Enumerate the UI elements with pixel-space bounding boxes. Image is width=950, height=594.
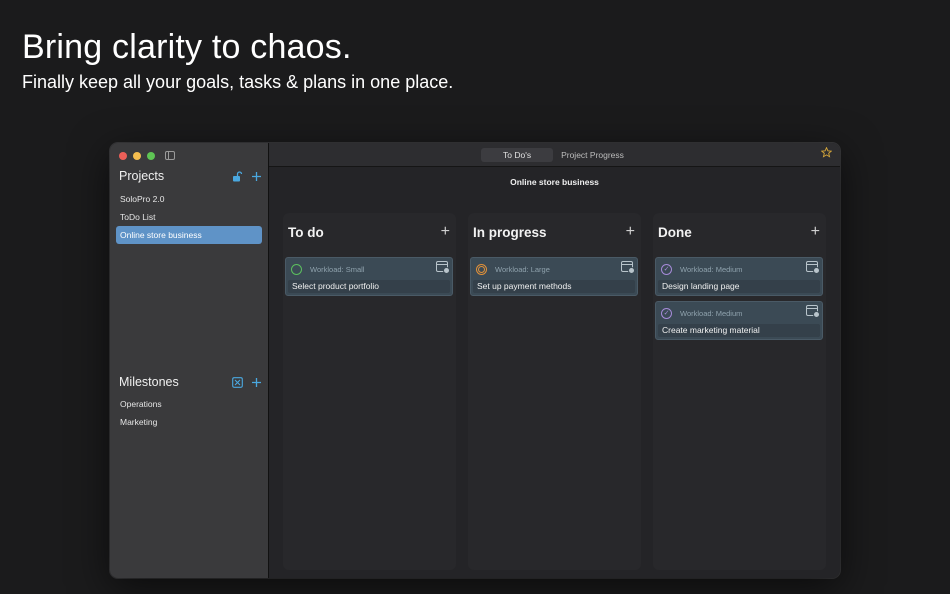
minimize-window-button[interactable] (133, 152, 141, 160)
task-card[interactable]: Workload: Large Set up payment methods (470, 257, 638, 296)
column-title: Done (658, 224, 692, 240)
tab-todos[interactable]: To Do's (481, 148, 554, 162)
workload-label: Workload: Large (495, 264, 550, 274)
checkbox-x-icon[interactable] (232, 376, 243, 388)
workload-label: Workload: Small (310, 264, 365, 274)
column-title: To do (288, 224, 324, 240)
card-title[interactable]: Create marketing material (658, 324, 820, 337)
star-icon[interactable] (820, 146, 833, 161)
task-card[interactable]: ✓ Workload: Medium Create marketing mate… (655, 301, 823, 340)
project-item-todo-list[interactable]: ToDo List (116, 208, 262, 226)
project-item-solopro[interactable]: SoloPro 2.0 (116, 190, 262, 208)
workload-label: Workload: Medium (680, 308, 743, 318)
add-project-button[interactable] (251, 171, 262, 182)
column-todo: To do + Workload: Small Select product p… (283, 213, 456, 570)
app-window: Projects SoloPro 2.0 ToDo List Online st… (110, 143, 840, 578)
toolbar: To Do's Project Progress (269, 143, 840, 167)
hero-subtitle: Finally keep all your goals, tasks & pla… (22, 72, 454, 92)
projects-title: Projects (119, 169, 165, 183)
milestone-item-operations[interactable]: Operations (116, 395, 262, 413)
sidebar: Projects SoloPro 2.0 ToDo List Online st… (110, 143, 269, 578)
column-in-progress: In progress + Workload: Large Set up pay… (468, 213, 641, 570)
task-card[interactable]: Workload: Small Select product portfolio (285, 257, 453, 296)
task-card[interactable]: ✓ Workload: Medium Design landing page (655, 257, 823, 296)
milestone-list: Operations Marketing (116, 395, 262, 431)
card-title[interactable]: Set up payment methods (473, 280, 635, 293)
status-check-icon[interactable]: ✓ (661, 263, 672, 275)
hero-title: Bring clarity to chaos. (22, 28, 352, 66)
card-title[interactable]: Design landing page (658, 280, 820, 293)
status-circle-icon[interactable] (291, 263, 302, 275)
window-controls (119, 152, 155, 160)
lock-icon[interactable] (232, 170, 243, 182)
tab-project-progress[interactable]: Project Progress (553, 148, 632, 162)
close-window-button[interactable] (119, 152, 127, 160)
milestone-item-marketing[interactable]: Marketing (116, 413, 262, 431)
status-check-icon[interactable]: ✓ (661, 307, 672, 319)
zoom-window-button[interactable] (147, 152, 155, 160)
sidebar-toggle-icon[interactable] (165, 151, 175, 160)
board-title: Online store business (510, 177, 599, 187)
projects-header: Projects (119, 167, 262, 185)
status-progress-icon[interactable] (476, 263, 487, 275)
view-tabs: To Do's Project Progress (481, 148, 632, 162)
milestones-header: Milestones (119, 373, 262, 391)
calendar-icon[interactable] (621, 261, 635, 274)
workload-label: Workload: Medium (680, 264, 743, 274)
column-title: In progress (473, 224, 547, 240)
column-done: Done + ✓ Workload: Medium Design landing… (653, 213, 826, 570)
add-card-button[interactable]: + (811, 223, 820, 241)
calendar-icon[interactable] (436, 261, 450, 274)
milestones-title: Milestones (119, 375, 179, 389)
calendar-icon[interactable] (806, 261, 820, 274)
project-list: SoloPro 2.0 ToDo List Online store busin… (116, 190, 262, 244)
calendar-icon[interactable] (806, 305, 820, 318)
add-card-button[interactable]: + (626, 223, 635, 241)
project-item-online-store[interactable]: Online store business (116, 226, 262, 244)
card-title[interactable]: Select product portfolio (288, 280, 450, 293)
main-area: To Do's Project Progress Online store bu… (269, 143, 840, 578)
add-card-button[interactable]: + (441, 223, 450, 241)
add-milestone-button[interactable] (251, 377, 262, 388)
